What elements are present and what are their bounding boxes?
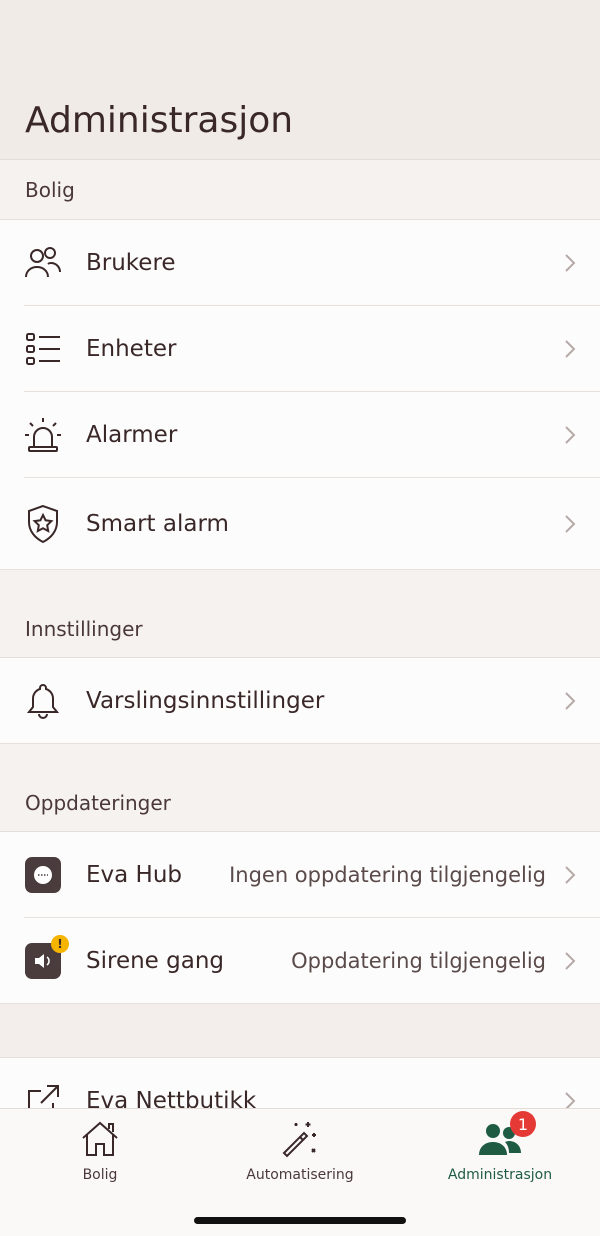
tab-label: Automatisering [246,1167,354,1183]
chevron-right-icon [560,865,580,885]
row-label: Eva Hub [86,862,183,888]
section-spacer [0,1004,600,1058]
update-status: Ingen oppdatering tilgjengelig [229,863,546,887]
row-enheter[interactable]: Enheter [0,306,600,392]
shield-star-icon [24,504,62,544]
bolig-group: Brukere Enheter Alarmer Smart alarm [0,220,600,570]
section-header-bolig: Bolig [0,160,600,220]
row-label: Sirene gang [86,948,224,974]
list-icon [24,330,62,368]
section-header-oppdateringer: Oppdateringer [0,744,600,832]
warning-badge: ! [51,935,69,953]
row-label: Varslingsinnstillinger [86,688,325,714]
bell-icon [24,682,62,720]
tab-administrasjon[interactable]: 1 Administrasjon [400,1111,600,1183]
notification-badge: 1 [510,1111,536,1137]
tab-label: Administrasjon [447,1167,553,1183]
row-varslingsinnstillinger[interactable]: Varslingsinnstillinger [0,658,600,744]
tab-label: Bolig [82,1167,118,1183]
chevron-right-icon [560,514,580,534]
row-brukere[interactable]: Brukere [0,220,600,306]
innstillinger-group: Varslingsinnstillinger [0,658,600,744]
tab-automatisering[interactable]: Automatisering [200,1117,400,1183]
oppdateringer-group: Eva Hub Ingen oppdatering tilgjengelig !… [0,832,600,1004]
row-label: Smart alarm [86,511,229,537]
tab-bar: Bolig Automatisering 1 Administrasjon [0,1108,600,1236]
row-alarmer[interactable]: Alarmer [0,392,600,478]
update-status: Oppdatering tilgjengelig [291,949,546,973]
chevron-right-icon [560,425,580,445]
row-label: Alarmer [86,422,178,448]
hub-device-icon [24,856,62,894]
row-label: Brukere [86,250,176,276]
users-filled-icon: 1 [478,1111,536,1161]
home-icon [78,1117,122,1161]
home-indicator[interactable] [194,1217,406,1224]
row-sirene-gang[interactable]: ! Sirene gang Oppdatering tilgjengelig [0,918,600,1004]
header: Administrasjon [0,0,600,160]
chevron-right-icon [560,339,580,359]
row-label: Enheter [86,336,177,362]
chevron-right-icon [560,691,580,711]
chevron-right-icon [560,951,580,971]
siren-icon [24,416,62,454]
chevron-right-icon [560,253,580,273]
magic-wand-icon [278,1117,322,1161]
siren-device-icon: ! [24,935,69,980]
section-header-innstillinger: Innstillinger [0,570,600,658]
page-title: Administrasjon [25,100,294,141]
tab-bolig[interactable]: Bolig [0,1117,200,1183]
row-smart-alarm[interactable]: Smart alarm [0,478,600,570]
users-icon [24,244,62,282]
row-eva-hub[interactable]: Eva Hub Ingen oppdatering tilgjengelig [0,832,600,918]
